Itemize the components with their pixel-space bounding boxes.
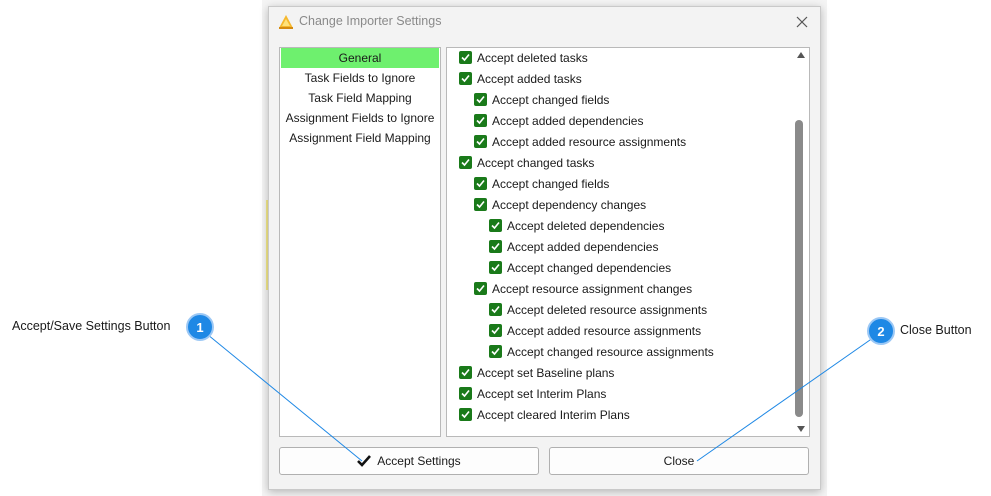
options-panel: Accept deleted tasks Accept added tasks Ac… (446, 47, 810, 437)
change-importer-settings-dialog: Change Importer Settings General Task Fi… (268, 6, 821, 490)
option-label: Accept deleted tasks (477, 51, 588, 65)
scroll-down-arrow-icon[interactable] (796, 424, 806, 434)
checkbox-checked-icon[interactable] (459, 72, 472, 85)
checkbox-checked-icon[interactable] (459, 366, 472, 379)
checkbox-checked-icon[interactable] (474, 114, 487, 127)
callout-1-badge: 1 (186, 313, 214, 341)
checkbox-checked-icon[interactable] (489, 219, 502, 232)
option-label: Accept deleted dependencies (507, 219, 665, 233)
option-label: Accept added dependencies (507, 240, 659, 254)
checkbox-checked-icon[interactable] (489, 261, 502, 274)
callout-1-label: Accept/Save Settings Button (12, 319, 171, 333)
checkbox-checked-icon[interactable] (459, 51, 472, 64)
checkbox-checked-icon[interactable] (459, 156, 472, 169)
callout-2-label: Close Button (900, 323, 972, 337)
option-label: Accept changed dependencies (507, 261, 672, 275)
checkbox-checked-icon[interactable] (474, 177, 487, 190)
option-label: Accept set Interim Plans (477, 387, 607, 401)
checkbox-checked-icon[interactable] (474, 135, 487, 148)
nav-item-assignment-field-mapping[interactable]: Assignment Field Mapping (281, 128, 439, 148)
close-button[interactable]: Close (549, 447, 809, 475)
option-label: Accept changed fields (492, 177, 610, 191)
option-label: Accept added resource assignments (492, 135, 687, 149)
checkbox-checked-icon[interactable] (489, 345, 502, 358)
callout-2-badge: 2 (867, 317, 895, 345)
nav-item-assignment-fields-to-ignore[interactable]: Assignment Fields to Ignore (281, 108, 439, 128)
nav-item-task-field-mapping[interactable]: Task Field Mapping (281, 88, 439, 108)
accept-settings-button[interactable]: Accept Settings (279, 447, 539, 475)
option-label: Accept added dependencies (492, 114, 644, 128)
close-label: Close (663, 454, 695, 468)
option-label: Accept dependency changes (492, 198, 647, 212)
option-label: Accept added tasks (477, 72, 582, 86)
checkbox-checked-icon[interactable] (474, 198, 487, 211)
option-label: Accept changed tasks (477, 156, 595, 170)
option-label: Accept resource assignment changes (492, 282, 693, 296)
checkbox-checked-icon[interactable] (459, 387, 472, 400)
scroll-up-arrow-icon[interactable] (796, 50, 806, 60)
option-label: Accept changed fields (492, 93, 610, 107)
scrollbar-thumb[interactable] (795, 120, 803, 417)
checkbox-checked-icon[interactable] (459, 408, 472, 421)
checkbox-checked-icon[interactable] (474, 282, 487, 295)
accept-settings-label: Accept Settings (377, 454, 461, 468)
option-label: Accept changed resource assignments (507, 345, 714, 359)
checkbox-checked-icon[interactable] (489, 240, 502, 253)
checkmark-icon (357, 455, 372, 467)
checkbox-checked-icon[interactable] (489, 303, 502, 316)
option-label: Accept set Baseline plans (477, 366, 615, 380)
title-bar: Change Importer Settings (269, 7, 820, 37)
nav-item-task-fields-to-ignore[interactable]: Task Fields to Ignore (281, 68, 439, 88)
option-label: Accept added resource assignments (507, 324, 702, 338)
app-logo-icon (279, 15, 293, 29)
checkbox-checked-icon[interactable] (489, 324, 502, 337)
nav-item-general[interactable]: General (281, 48, 439, 68)
settings-nav-list: General Task Fields to Ignore Task Field… (279, 47, 441, 437)
option-label: Accept cleared Interim Plans (477, 408, 630, 422)
option-label: Accept deleted resource assignments (507, 303, 708, 317)
checkbox-checked-icon[interactable] (474, 93, 487, 106)
close-icon[interactable] (792, 12, 812, 32)
dialog-title: Change Importer Settings (299, 14, 442, 28)
